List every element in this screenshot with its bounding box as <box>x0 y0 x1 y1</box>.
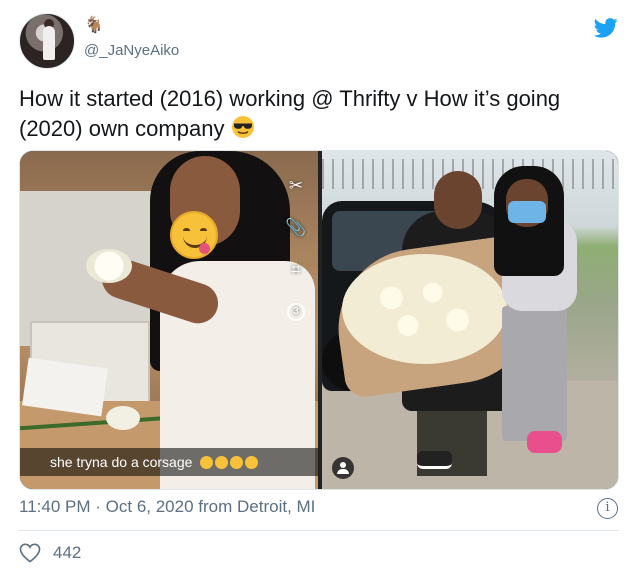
media-grid[interactable]: ✂ 📎 ⌗ 3 she tryna do a corsage <box>19 150 619 490</box>
heart-icon[interactable] <box>19 543 41 563</box>
tweet-text: How it started (2016) working @ Thrifty … <box>19 84 619 144</box>
scissors-icon: ✂ <box>288 176 304 195</box>
tweet-card: 🐐 @_JaNyeAiko How it started (2016) work… <box>0 0 640 581</box>
snap-caption: she tryna do a corsage <box>20 448 318 476</box>
like-count: 442 <box>53 543 82 562</box>
meta-separator: · <box>95 497 101 516</box>
face-mask <box>508 201 546 223</box>
like-row[interactable]: 442 <box>19 543 81 563</box>
tweet-body: How it started (2016) working @ Thrifty … <box>19 86 561 141</box>
photo-how-it-started[interactable]: ✂ 📎 ⌗ 3 she tryna do a corsage <box>20 151 318 489</box>
man-head <box>434 171 482 229</box>
tongue-smiley-sticker-icon <box>170 211 218 259</box>
snap-toolbar: ✂ 📎 ⌗ 3 <box>284 175 308 323</box>
held-flower <box>86 249 132 283</box>
flower <box>106 406 140 430</box>
divider <box>19 530 619 531</box>
user-handle[interactable]: @_JaNyeAiko <box>84 42 179 59</box>
goat-icon: 🐐 <box>84 17 104 34</box>
tweet-date[interactable]: Oct 6, 2020 <box>106 497 194 516</box>
info-icon[interactable]: i <box>597 498 618 519</box>
paperclip-icon: 📎 <box>285 218 307 237</box>
crop-icon: ⌗ <box>291 260 301 279</box>
timer-value: 3 <box>287 303 305 321</box>
grimacing-emoji-icons <box>198 454 259 470</box>
avatar[interactable] <box>19 13 75 69</box>
twitter-bird-icon[interactable] <box>594 18 618 38</box>
caption-text: she tryna do a corsage <box>50 454 193 470</box>
tweet-metadata: 11:40 PM · Oct 6, 2020 from Detroit, MI <box>19 497 315 517</box>
roses <box>342 254 507 364</box>
sneaker <box>417 451 452 469</box>
tweet-location: from Detroit, MI <box>198 497 316 516</box>
sunglasses-emoji-icon <box>231 116 254 138</box>
tweet-time[interactable]: 11:40 PM <box>19 497 91 516</box>
woman-legs <box>502 306 567 441</box>
person-icon[interactable] <box>332 457 354 479</box>
pink-shoe <box>527 431 562 453</box>
photo-how-its-going[interactable] <box>322 151 618 489</box>
timer-icon: 3 <box>285 301 307 323</box>
